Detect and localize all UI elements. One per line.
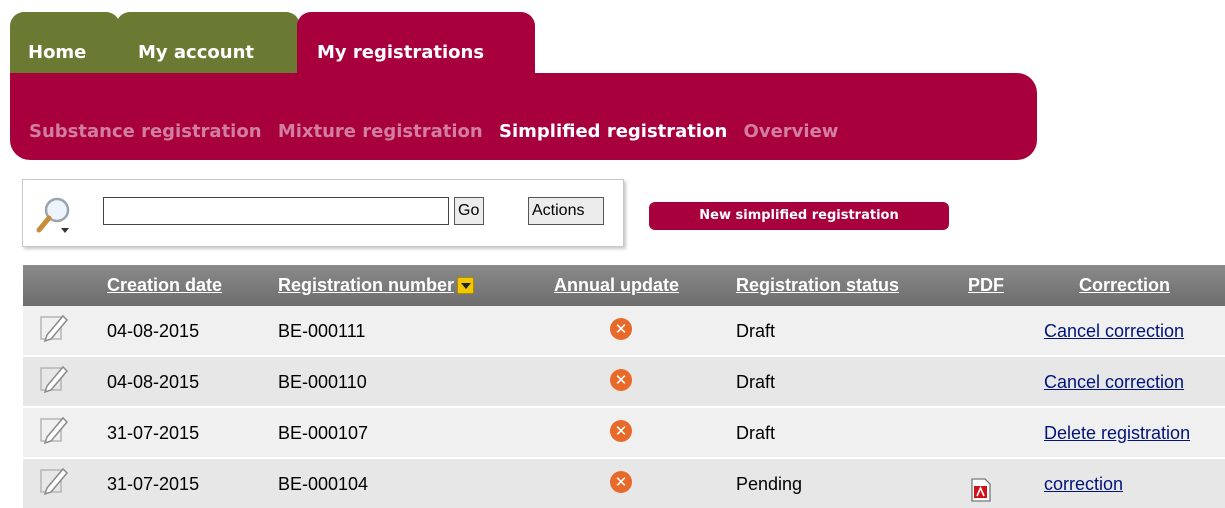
- correction-link[interactable]: Cancel correction: [1044, 306, 1184, 355]
- search-input[interactable]: [103, 197, 449, 225]
- registration-status-cell: Draft: [736, 423, 776, 443]
- subnav-item-mixture-registration[interactable]: Mixture registration: [278, 121, 483, 142]
- edit-pencil-icon[interactable]: [39, 313, 69, 343]
- creation-date-cell: 04-08-2015: [107, 372, 200, 392]
- search-panel: Go Actions: [22, 179, 624, 247]
- edit-pencil-icon[interactable]: [39, 466, 69, 496]
- column-header-creation-date[interactable]: Creation date: [107, 265, 222, 306]
- table-row: 31-07-2015 BE-000107 ✕ Draft Delete regi…: [23, 408, 1225, 459]
- column-header-registration-number-label: Registration number: [278, 275, 455, 295]
- registration-number-cell: BE-000111: [278, 321, 366, 341]
- subnav-item-substance-registration[interactable]: Substance registration: [29, 121, 262, 142]
- registration-number-cell: BE-000107: [278, 423, 369, 443]
- column-header-annual-update[interactable]: Annual update: [554, 265, 679, 306]
- actions-button[interactable]: Actions: [528, 197, 604, 225]
- annual-update-x-icon: ✕: [610, 318, 634, 342]
- table-header: Creation date Registration number Annual…: [23, 265, 1225, 306]
- annual-update-x-icon: ✕: [610, 369, 634, 393]
- registration-number-cell: BE-000110: [278, 372, 367, 392]
- table-row: 31-07-2015 BE-000104 ✕ Pending correctio…: [23, 459, 1225, 508]
- correction-link[interactable]: Delete registration: [1044, 408, 1190, 457]
- creation-date-cell: 31-07-2015: [107, 474, 200, 494]
- table-row: 04-08-2015 BE-000110 ✕ Draft Cancel corr…: [23, 357, 1225, 408]
- correction-link[interactable]: correction: [1044, 459, 1123, 508]
- subnav-item-simplified-registration[interactable]: Simplified registration: [499, 121, 727, 142]
- search-icon[interactable]: [35, 195, 75, 235]
- creation-date-cell: 31-07-2015: [107, 423, 200, 443]
- pdf-empty-cell: [970, 369, 992, 393]
- column-header-correction[interactable]: Correction: [1079, 265, 1170, 306]
- annual-update-x-icon: ✕: [610, 471, 634, 495]
- tab-my-registrations[interactable]: My registrations: [297, 12, 535, 88]
- pdf-icon[interactable]: [970, 471, 992, 502]
- subnav: Substance registration Mixture registrat…: [29, 121, 848, 142]
- registration-status-cell: Pending: [736, 474, 803, 494]
- registration-status-cell: Draft: [736, 321, 776, 341]
- column-header-pdf[interactable]: PDF: [968, 265, 1004, 306]
- registration-status-cell: Draft: [736, 372, 776, 392]
- sort-desc-icon[interactable]: [457, 276, 475, 294]
- edit-pencil-icon[interactable]: [39, 415, 69, 445]
- table-body: 04-08-2015 BE-000111 ✕ Draft Cancel corr…: [23, 306, 1225, 508]
- creation-date-cell: 04-08-2015: [107, 321, 200, 341]
- edit-pencil-icon[interactable]: [39, 364, 69, 394]
- pdf-empty-cell: [970, 420, 992, 444]
- go-button[interactable]: Go: [454, 197, 484, 225]
- registrations-table: Creation date Registration number Annual…: [23, 265, 1225, 508]
- correction-link[interactable]: Cancel correction: [1044, 357, 1184, 406]
- pdf-empty-cell: [970, 318, 992, 342]
- new-simplified-registration-button[interactable]: New simplified registration: [649, 202, 949, 230]
- registration-number-cell: BE-000104: [278, 474, 369, 494]
- subnav-item-overview[interactable]: Overview: [744, 121, 839, 142]
- column-header-registration-status[interactable]: Registration status: [736, 265, 899, 306]
- column-header-registration-number[interactable]: Registration number: [278, 265, 475, 306]
- annual-update-x-icon: ✕: [610, 420, 634, 444]
- table-row: 04-08-2015 BE-000111 ✕ Draft Cancel corr…: [23, 306, 1225, 357]
